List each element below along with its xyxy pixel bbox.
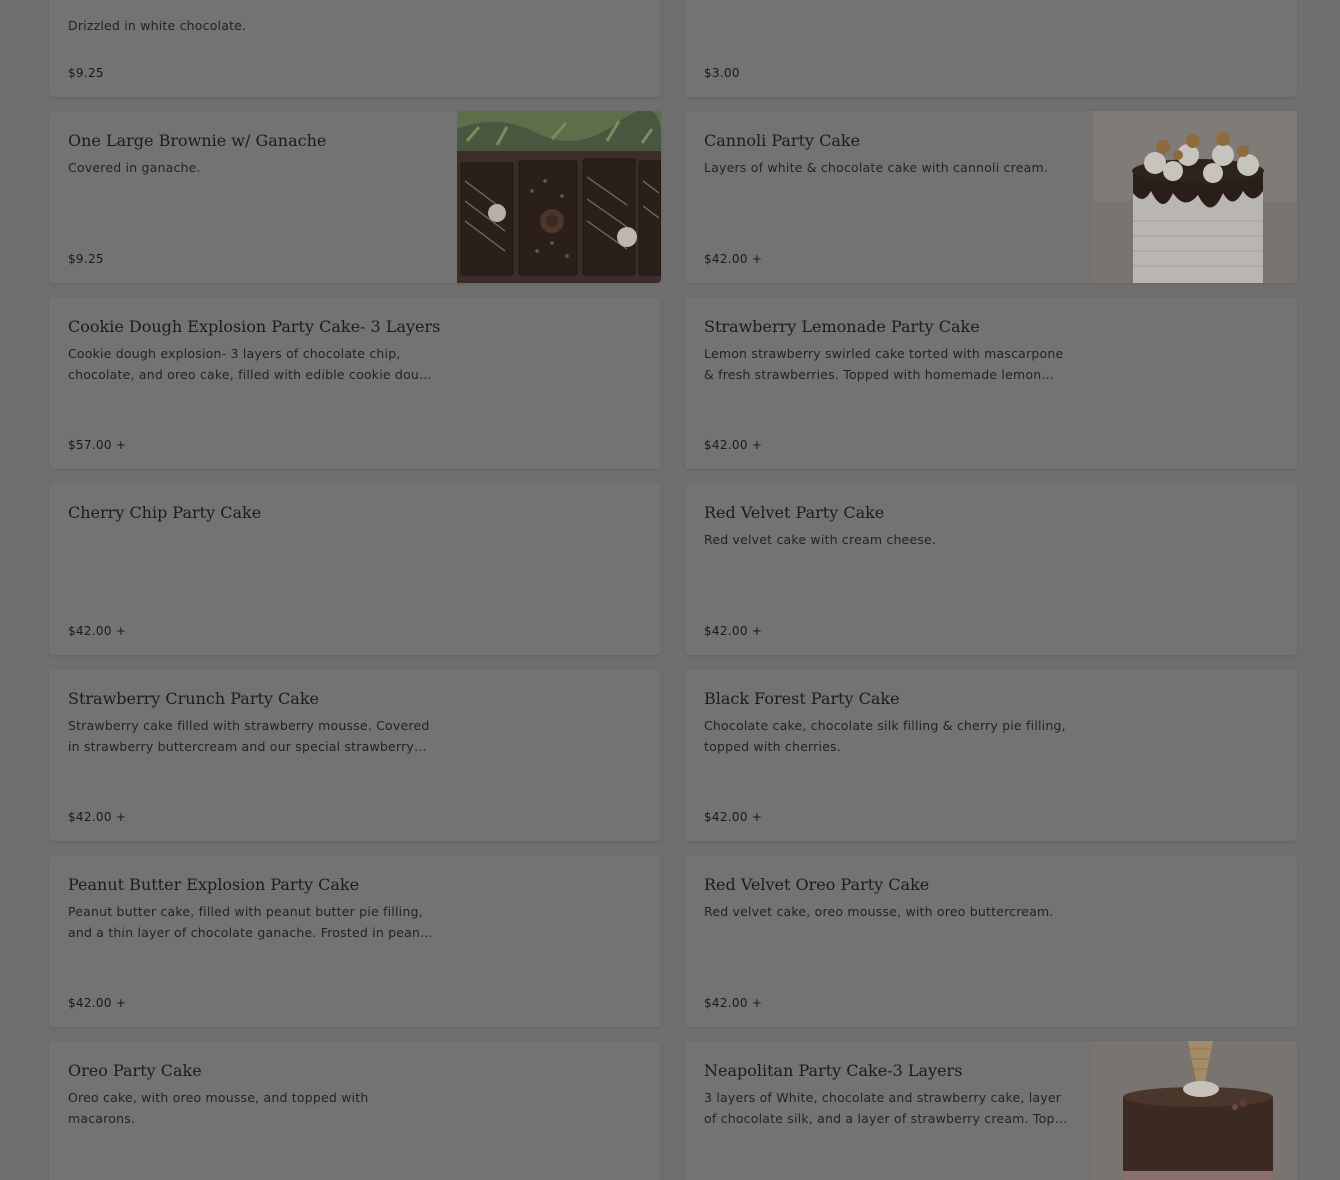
menu-item-card[interactable]: Cookie Dough Explosion Party Cake- 3 Lay…: [49, 297, 661, 469]
item-price: $9.25: [68, 252, 104, 266]
item-price: $9.25: [68, 66, 104, 80]
item-title: Peanut Butter Explosion Party Cake: [68, 875, 360, 894]
item-description: Covered in ganache.: [68, 160, 201, 175]
menu-item-card[interactable]: Oreo Party Cake Oreo cake, with oreo mou…: [49, 1041, 661, 1180]
item-price: $42.00 +: [68, 624, 127, 638]
menu-item-card[interactable]: Strawberry Lemonade Party Cake Lemon str…: [685, 297, 1297, 469]
item-price: $42.00 +: [68, 996, 127, 1010]
item-description: Red velvet cake, oreo mousse, with oreo …: [704, 904, 1054, 919]
item-description: Drizzled in white chocolate.: [68, 18, 247, 33]
item-price: $57.00 +: [68, 438, 127, 452]
menu-item-card[interactable]: Red Velvet Party Cake Red velvet cake wi…: [685, 483, 1297, 655]
item-title: Strawberry Lemonade Party Cake: [704, 317, 980, 336]
item-price: $42.00 +: [704, 252, 763, 266]
item-description: Strawberry cake filled with strawberry m…: [68, 718, 430, 754]
item-title: Black Forest Party Cake: [704, 689, 900, 708]
menu-item-card[interactable]: Drizzled in white chocolate. $9.25: [49, 0, 661, 97]
menu-item-card[interactable]: Black Forest Party Cake Chocolate cake, …: [685, 669, 1297, 841]
menu-item-card[interactable]: Cannoli Party Cake Layers of white & cho…: [685, 111, 1297, 283]
item-title: Neapolitan Party Cake-3 Layers: [704, 1061, 963, 1080]
menu-item-card[interactable]: Strawberry Crunch Party Cake Strawberry …: [49, 669, 661, 841]
item-title: Strawberry Crunch Party Cake: [68, 689, 319, 708]
item-description: Oreo cake, with oreo mousse, and topped …: [68, 1090, 369, 1126]
item-title: Cherry Chip Party Cake: [68, 503, 262, 522]
item-title: One Large Brownie w/ Ganache: [68, 131, 327, 150]
item-description: Chocolate cake, chocolate silk filling &…: [704, 718, 1066, 754]
item-price: $3.00: [704, 66, 740, 80]
item-title: Red Velvet Party Cake: [704, 503, 885, 522]
item-title: Cannoli Party Cake: [704, 131, 861, 150]
menu-item-card[interactable]: Cherry Chip Party Cake $42.00 +: [49, 483, 661, 655]
cannoli-cake-photo: [1093, 111, 1297, 283]
item-description: Layers of white & chocolate cake with ca…: [704, 160, 1048, 175]
item-description: Peanut butter cake, filled with peanut b…: [68, 904, 433, 940]
item-title: Oreo Party Cake: [68, 1061, 202, 1080]
item-description: Lemon strawberry swirled cake torted wit…: [704, 346, 1064, 382]
item-description: Red velvet cake with cream cheese.: [704, 532, 937, 547]
neapolitan-cake-photo: [1093, 1041, 1297, 1180]
item-title: Cookie Dough Explosion Party Cake- 3 Lay…: [68, 317, 441, 336]
item-price: $42.00 +: [704, 438, 763, 452]
item-title: Red Velvet Oreo Party Cake: [704, 875, 930, 894]
item-price: $42.00 +: [68, 810, 127, 824]
item-price: $42.00 +: [704, 810, 763, 824]
menu-item-card[interactable]: Peanut Butter Explosion Party Cake Peanu…: [49, 855, 661, 1027]
menu-item-card[interactable]: One Large Brownie w/ Ganache Covered in …: [49, 111, 661, 283]
menu-item-card[interactable]: Red Velvet Oreo Party Cake Red velvet ca…: [685, 855, 1297, 1027]
brownie-photo: [457, 111, 661, 283]
menu-item-card[interactable]: $3.00: [685, 0, 1297, 97]
item-description: 3 layers of White, chocolate and strawbe…: [704, 1090, 1068, 1126]
item-price: $42.00 +: [704, 996, 763, 1010]
menu-item-card[interactable]: Neapolitan Party Cake-3 Layers 3 layers …: [685, 1041, 1297, 1180]
item-description: Cookie dough explosion- 3 layers of choc…: [68, 346, 432, 382]
item-price: $42.00 +: [704, 624, 763, 638]
